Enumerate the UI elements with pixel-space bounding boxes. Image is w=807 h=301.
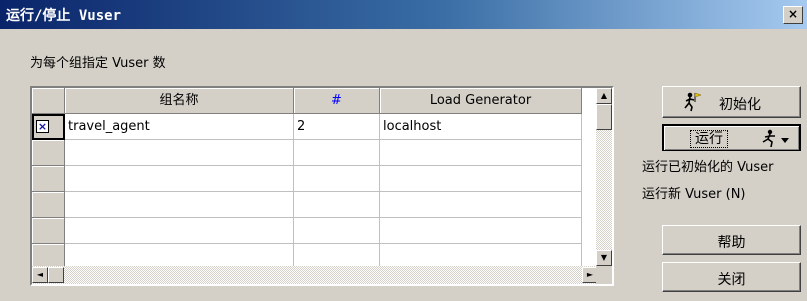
scroll-down-button[interactable]: ▼ [596, 250, 612, 266]
help-label: 帮助 [717, 235, 746, 251]
vertical-scroll-thumb[interactable] [596, 104, 612, 130]
table-row[interactable] [32, 166, 598, 192]
table-row[interactable] [32, 218, 598, 244]
row-select-cell[interactable] [32, 166, 65, 192]
scrollbar-corner [596, 266, 612, 284]
run-label: 运行 [690, 130, 728, 148]
instruction-label: 为每个组指定 Vuser 数 [30, 56, 166, 71]
vuser-count-cell[interactable] [294, 166, 380, 192]
scroll-up-button[interactable]: ▲ [596, 88, 612, 104]
table-row[interactable] [32, 140, 598, 166]
run-dropdown-menu: 运行已初始化的 Vuser 运行新 Vuser (N) [636, 151, 807, 213]
initialize-label: 初始化 [719, 97, 761, 113]
load-generator-cell[interactable] [380, 166, 582, 192]
load-generator-cell[interactable] [380, 218, 582, 244]
table-row[interactable]: × travel_agent 2 localhost [32, 114, 598, 140]
group-name-cell[interactable]: travel_agent [65, 114, 294, 140]
horizontal-scrollbar[interactable]: ◄ ► [32, 266, 598, 284]
runner-flag-icon [684, 92, 702, 112]
vertical-scrollbar[interactable]: ▲ ▼ [596, 88, 612, 266]
group-name-cell[interactable] [65, 166, 294, 192]
row-select-cell[interactable] [32, 140, 65, 166]
run-stop-vuser-dialog: 运行/停止 Vuser × 为每个组指定 Vuser 数 组名称 # Load … [0, 0, 807, 301]
menu-item-run-initialized[interactable]: 运行已初始化的 Vuser [642, 157, 774, 179]
column-header-load-generator[interactable]: Load Generator [380, 88, 582, 114]
run-button[interactable]: 运行 [662, 124, 801, 152]
table-row[interactable] [32, 192, 598, 218]
vuser-count-cell[interactable]: 2 [294, 114, 380, 140]
group-grid[interactable]: 组名称 # Load Generator × travel_agent 2 lo… [30, 86, 614, 286]
grid-corner-header [32, 88, 65, 114]
row-select-cell[interactable] [32, 192, 65, 218]
load-generator-cell[interactable]: localhost [380, 114, 582, 140]
vuser-count-cell[interactable] [294, 192, 380, 218]
window-title: 运行/停止 Vuser [6, 8, 122, 24]
row-select-cell[interactable] [32, 218, 65, 244]
scroll-left-button[interactable]: ◄ [32, 267, 48, 283]
help-button[interactable]: 帮助 [662, 225, 801, 255]
group-name-cell[interactable] [65, 218, 294, 244]
menu-item-run-new[interactable]: 运行新 Vuser (N) [642, 184, 746, 206]
group-name-cell[interactable] [65, 192, 294, 218]
load-generator-cell[interactable] [380, 140, 582, 166]
column-header-group-name[interactable]: 组名称 [65, 88, 294, 114]
group-name-cell[interactable] [65, 140, 294, 166]
vuser-count-cell[interactable] [294, 140, 380, 166]
vuser-count-cell[interactable] [294, 218, 380, 244]
column-header-count[interactable]: # [294, 88, 380, 114]
close-button[interactable]: 关闭 [662, 262, 801, 292]
row-select-cell[interactable]: × [32, 114, 65, 140]
close-label: 关闭 [717, 272, 746, 288]
runner-dropdown-icon [762, 129, 789, 148]
initialize-button[interactable]: 初始化 [662, 86, 801, 118]
close-window-button[interactable]: × [783, 6, 803, 24]
row-enabled-checkbox[interactable]: × [36, 120, 49, 133]
load-generator-cell[interactable] [380, 192, 582, 218]
horizontal-scroll-thumb[interactable] [48, 267, 64, 283]
title-bar: 运行/停止 Vuser × [0, 0, 807, 29]
